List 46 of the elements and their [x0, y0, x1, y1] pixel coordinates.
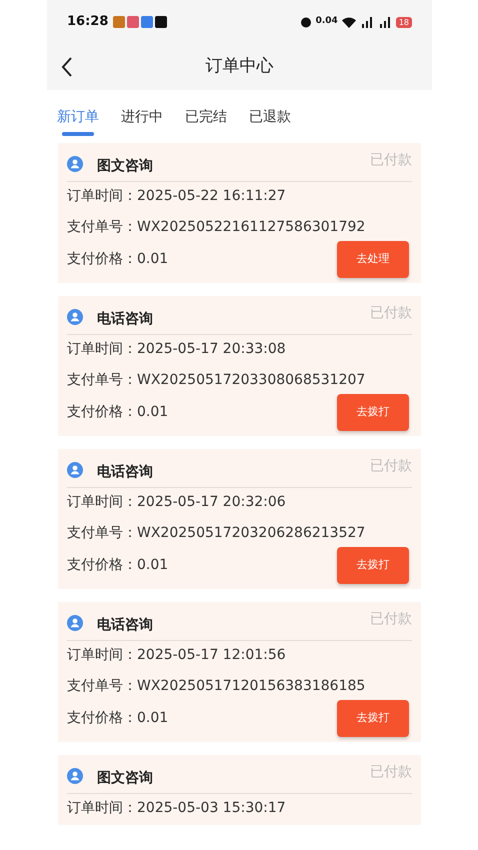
back-icon[interactable] — [61, 57, 73, 77]
payment-price: 支付价格：0.01 — [67, 709, 168, 728]
payment-status: 已付款 — [370, 457, 412, 476]
payment-status: 已付款 — [370, 151, 412, 170]
consult-type: 电话咨询 — [97, 616, 153, 635]
consult-type: 电话咨询 — [97, 463, 153, 482]
app-icons-drawing — [113, 16, 168, 28]
payment-status: 已付款 — [370, 304, 412, 323]
consult-type: 图文咨询 — [97, 769, 153, 788]
tab[interactable]: 已完结 — [185, 107, 227, 136]
tab[interactable]: 已退款 — [249, 107, 291, 136]
order-time: 订单时间：2025-05-17 20:33:08 — [67, 341, 286, 357]
action-button[interactable]: 去拨打 — [337, 547, 409, 584]
payment-number: 支付单号：WX20250517203308068531207 — [67, 372, 366, 388]
tab[interactable]: 新订单 — [57, 107, 99, 136]
signal-icon — [378, 16, 392, 28]
payment-price: 支付价格：0.01 — [67, 556, 168, 575]
payment-price: 支付价格：0.01 — [67, 403, 168, 422]
page-title: 订单中心 — [206, 55, 274, 78]
payment-status: 已付款 — [370, 610, 412, 629]
consult-type: 电话咨询 — [97, 310, 153, 329]
action-button[interactable]: 去拨打 — [337, 394, 409, 431]
order-time: 订单时间：2025-05-03 15:30:17 — [67, 800, 286, 816]
battery-level: 18 — [396, 16, 412, 28]
user-icon — [67, 462, 83, 478]
status-time: 16:28 — [67, 13, 108, 32]
alarm-icon — [300, 16, 312, 28]
consult-type: 图文咨询 — [97, 157, 153, 176]
payment-number: 支付单号：WX20250517120156383186185 — [67, 678, 366, 694]
payment-number: 支付单号：WX20250522161127586301792 — [67, 219, 366, 235]
action-button[interactable]: 去处理 — [337, 241, 409, 278]
signal-icon — [360, 16, 374, 28]
user-icon — [67, 614, 83, 630]
user-icon — [67, 768, 83, 784]
tab[interactable]: 进行中 — [121, 107, 163, 136]
user-icon — [67, 308, 83, 324]
payment-price: 支付价格：0.01 — [67, 250, 168, 269]
wifi-icon — [342, 16, 356, 28]
order-time: 订单时间：2025-05-22 16:11:27 — [67, 188, 286, 204]
order-time: 订单时间：2025-05-17 20:32:06 — [67, 494, 286, 510]
payment-status: 已付款 — [370, 763, 412, 782]
payment-number: 支付单号：WX20250517203206286213527 — [67, 525, 366, 541]
user-icon — [67, 156, 83, 172]
order-time: 订单时间：2025-05-17 12:01:56 — [67, 647, 286, 663]
network-speed: 0.04 — [316, 15, 338, 28]
action-button[interactable]: 去拨打 — [337, 700, 409, 737]
